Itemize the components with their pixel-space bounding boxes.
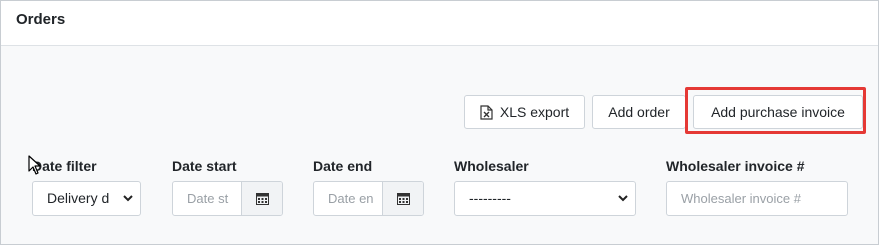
date-start-calendar-button[interactable] bbox=[241, 182, 282, 215]
calendar-icon bbox=[396, 193, 410, 205]
add-order-label: Add order bbox=[608, 104, 670, 120]
wholesaler-invoice-placeholder: Wholesaler invoice # bbox=[681, 191, 801, 206]
date-end-label: Date end bbox=[313, 158, 373, 174]
calendar-icon bbox=[255, 193, 269, 205]
wholesaler-value: --------- bbox=[469, 190, 511, 206]
wholesaler-invoice-label: Wholesaler invoice # bbox=[666, 158, 805, 174]
date-filter-select[interactable]: Delivery d bbox=[32, 181, 141, 216]
page-title: Orders bbox=[16, 11, 66, 28]
xls-export-button[interactable]: XLS export bbox=[464, 95, 585, 129]
add-order-button[interactable]: Add order bbox=[592, 95, 686, 129]
xls-export-label: XLS export bbox=[499, 104, 570, 120]
orders-card: Orders XLS export Add order Add purchase… bbox=[0, 0, 879, 245]
chevron-down-icon bbox=[618, 195, 628, 202]
date-start-label: Date start bbox=[172, 158, 237, 174]
add-purchase-invoice-label: Add purchase invoice bbox=[711, 104, 845, 120]
date-filter-value: Delivery d bbox=[47, 190, 110, 206]
date-end-calendar-button[interactable] bbox=[382, 182, 423, 215]
wholesaler-select[interactable]: --------- bbox=[454, 181, 636, 216]
date-filter-label: Date filter bbox=[32, 158, 97, 174]
chevron-down-icon bbox=[123, 195, 133, 202]
xls-file-icon bbox=[480, 104, 493, 120]
add-purchase-invoice-button[interactable]: Add purchase invoice bbox=[693, 95, 863, 129]
wholesaler-label: Wholesaler bbox=[454, 158, 529, 174]
card-header: Orders bbox=[1, 1, 878, 46]
date-start-placeholder: Date st bbox=[187, 191, 229, 206]
wholesaler-invoice-input[interactable]: Wholesaler invoice # bbox=[666, 181, 848, 216]
date-end-placeholder: Date en bbox=[328, 191, 374, 206]
date-end-input[interactable]: Date en bbox=[313, 181, 424, 216]
date-start-input[interactable]: Date st bbox=[172, 181, 283, 216]
